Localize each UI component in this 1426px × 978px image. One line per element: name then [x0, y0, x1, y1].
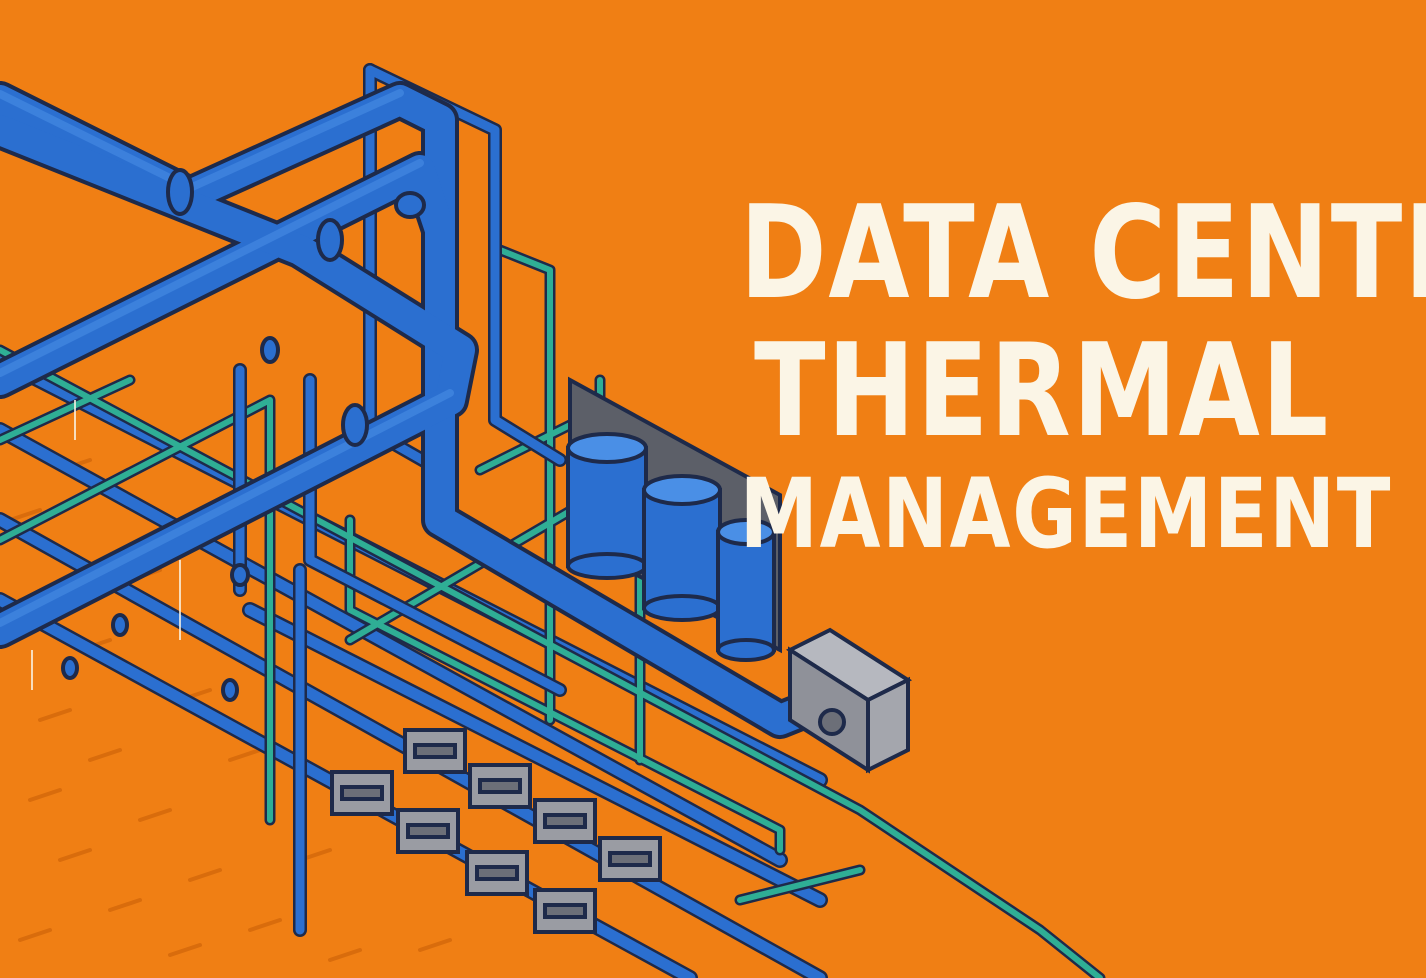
meter-unit	[396, 808, 460, 854]
headline: DATA CENTER THERMAL MANAGEMENT	[739, 179, 1426, 570]
meter-unit	[330, 770, 394, 816]
tank	[566, 432, 648, 580]
control-box	[785, 627, 913, 774]
meter-unit	[533, 798, 597, 844]
headline-line-1: DATA CENTER	[739, 179, 1426, 328]
headline-line-2: THERMAL	[754, 317, 1330, 466]
headline-line-3: MANAGEMENT	[739, 458, 1393, 570]
meter-unit	[598, 836, 662, 882]
meter-unit	[403, 728, 467, 774]
meter-unit	[465, 850, 529, 896]
poster: DATA CENTER THERMAL MANAGEMENT	[0, 0, 1426, 978]
meter-unit	[468, 763, 532, 809]
meter-unit	[533, 888, 597, 934]
floor-hatching	[8, 458, 452, 962]
tank	[642, 474, 722, 622]
